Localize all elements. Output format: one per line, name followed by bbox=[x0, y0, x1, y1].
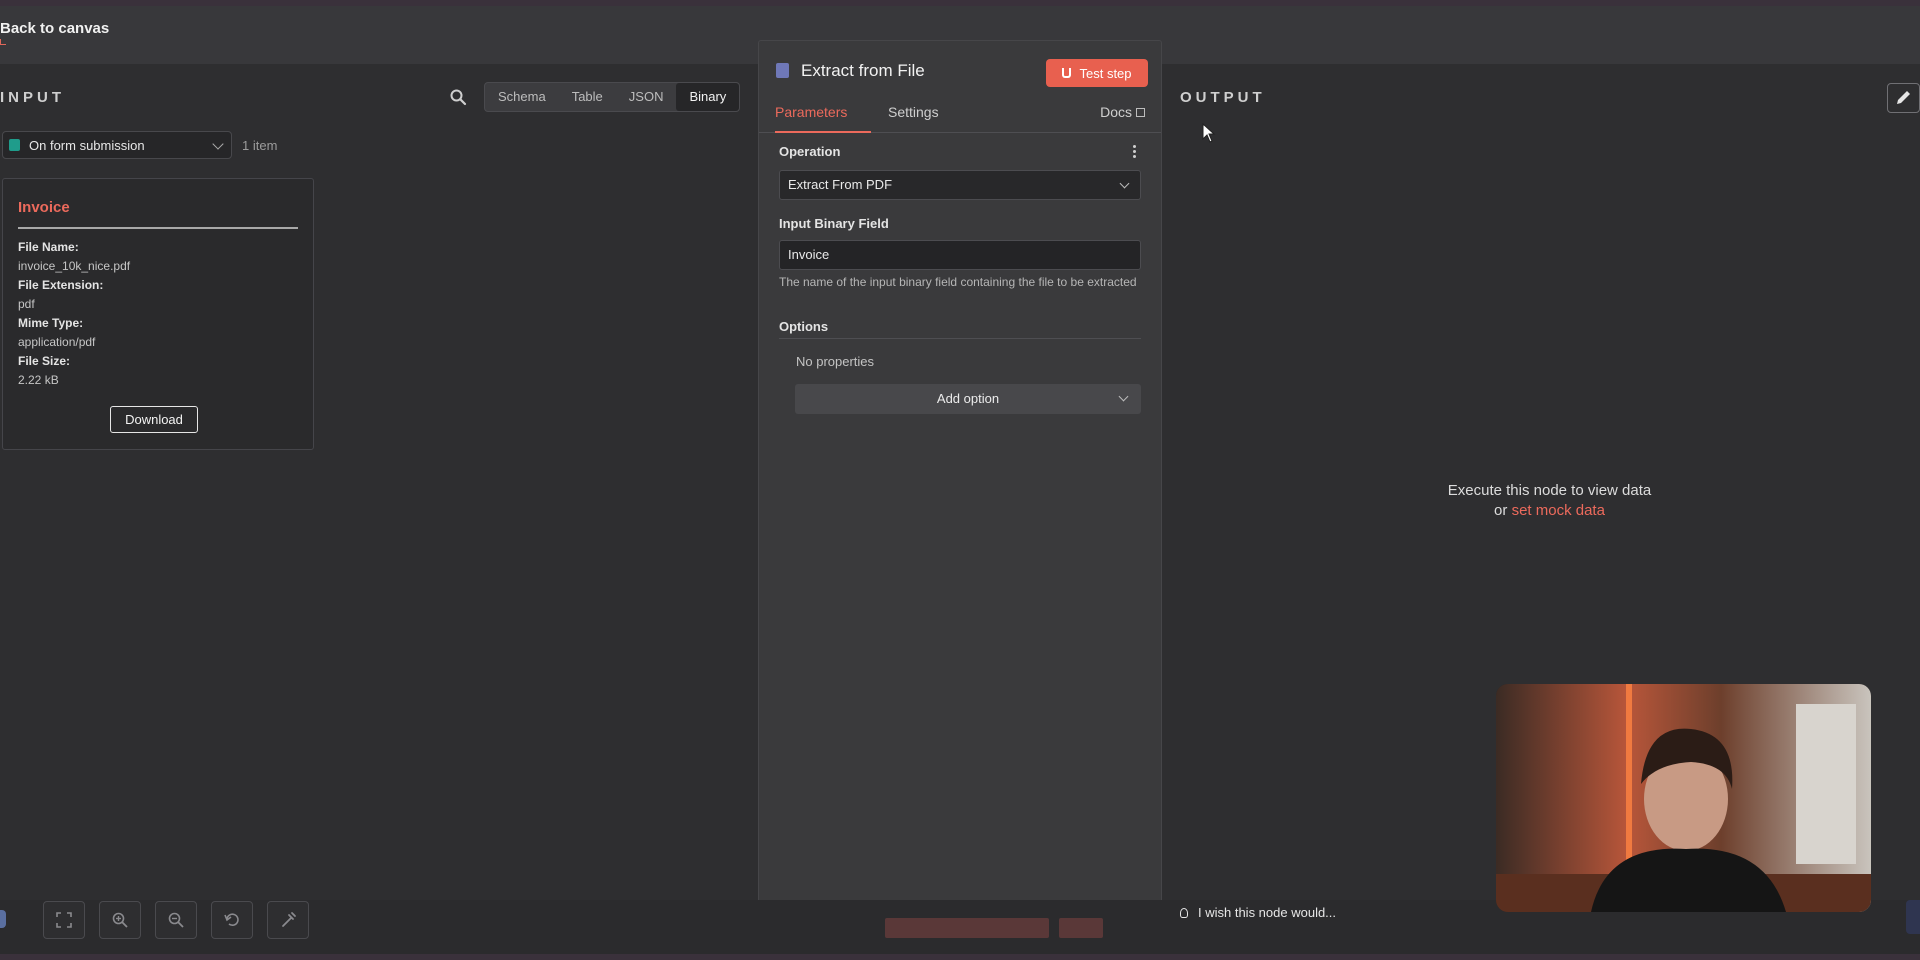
input-title: INPUT bbox=[0, 89, 65, 106]
zoom-in-icon bbox=[112, 912, 128, 928]
file-name-key: File Name: bbox=[18, 240, 79, 254]
file-node-icon bbox=[776, 63, 789, 78]
right-edge-tab[interactable] bbox=[1906, 900, 1920, 934]
output-empty-secondary: or set mock data bbox=[1162, 502, 1920, 519]
output-title: OUTPUT bbox=[1180, 89, 1266, 106]
output-empty-message: Execute this node to view data bbox=[1447, 482, 1652, 499]
add-option-label: Add option bbox=[936, 391, 1000, 406]
file-extension-key: File Extension: bbox=[18, 278, 104, 292]
reset-zoom-button[interactable] bbox=[211, 901, 253, 939]
fit-view-button[interactable] bbox=[43, 901, 85, 939]
file-extension-value: pdf bbox=[18, 297, 35, 311]
node-settings-panel: Extract from File Test step Parameters S… bbox=[758, 40, 1162, 922]
view-mode-switch: Schema Table JSON Binary bbox=[484, 82, 741, 112]
input-source-value: On form submission bbox=[29, 137, 145, 153]
zoom-out-button[interactable] bbox=[155, 901, 197, 939]
chevron-down-icon bbox=[212, 138, 224, 150]
undo-icon bbox=[224, 913, 239, 927]
binary-field-input[interactable]: Invoice bbox=[779, 240, 1141, 270]
edit-output-button[interactable] bbox=[1887, 83, 1920, 113]
operation-label: Operation bbox=[779, 144, 841, 159]
binary-field-label: Input Binary Field bbox=[779, 216, 889, 231]
back-to-canvas-link[interactable]: Back to canvas bbox=[0, 20, 109, 37]
view-tab-schema[interactable]: Schema bbox=[485, 83, 559, 111]
mouse-cursor-icon bbox=[1202, 123, 1216, 143]
mime-type-key: Mime Type: bbox=[18, 316, 84, 330]
chevron-down-icon bbox=[1119, 178, 1130, 189]
wand-icon bbox=[282, 912, 296, 927]
back-arrow-icon bbox=[0, 39, 6, 45]
options-divider bbox=[779, 338, 1141, 339]
pencil-icon bbox=[1897, 91, 1910, 104]
file-size-value: 2.22 kB bbox=[18, 373, 59, 387]
left-edge-tab[interactable] bbox=[0, 910, 6, 928]
operation-select[interactable]: Extract From PDF bbox=[779, 170, 1141, 200]
input-source-select[interactable]: On form submission bbox=[2, 131, 232, 159]
bottom-strip bbox=[0, 954, 1920, 960]
tab-settings[interactable]: Settings bbox=[888, 99, 939, 133]
docs-label: Docs bbox=[1100, 104, 1132, 120]
fit-view-icon bbox=[56, 912, 72, 928]
options-label: Options bbox=[779, 319, 829, 334]
flask-icon bbox=[1062, 68, 1072, 78]
file-name-value: invoice_10k_nice.pdf bbox=[18, 259, 131, 273]
test-step-label: Test step bbox=[1079, 65, 1132, 81]
search-icon[interactable] bbox=[449, 88, 467, 106]
test-step-button[interactable]: Test step bbox=[1046, 59, 1148, 87]
external-link-icon bbox=[1136, 108, 1145, 117]
set-mock-data-link[interactable]: set mock data bbox=[1512, 502, 1605, 519]
or-text: or bbox=[1494, 502, 1508, 519]
binary-file-card: Invoice File Name: invoice_10k_nice.pdf … bbox=[2, 178, 314, 450]
zoom-out-icon bbox=[168, 912, 184, 928]
view-tab-table[interactable]: Table bbox=[559, 83, 616, 111]
feedback-text: I wish this node would... bbox=[1198, 905, 1337, 920]
mime-type-value: application/pdf bbox=[18, 335, 96, 349]
view-tab-binary[interactable]: Binary bbox=[676, 83, 740, 111]
item-count: 1 item bbox=[242, 138, 278, 153]
card-divider bbox=[18, 227, 298, 229]
file-size-key: File Size: bbox=[18, 354, 71, 368]
download-button[interactable]: Download bbox=[110, 406, 198, 433]
more-options-icon[interactable] bbox=[1133, 145, 1137, 159]
node-title[interactable]: Extract from File bbox=[801, 61, 925, 81]
add-option-button[interactable]: Add option bbox=[795, 384, 1141, 414]
webcam-overlay bbox=[1496, 684, 1871, 912]
file-metadata: File Name: invoice_10k_nice.pdf File Ext… bbox=[18, 238, 130, 390]
execute-workflow-button[interactable] bbox=[885, 918, 1049, 938]
feedback-link[interactable]: I wish this node would... bbox=[1180, 905, 1336, 920]
presenter-video bbox=[1496, 684, 1871, 912]
operation-value: Extract From PDF bbox=[788, 177, 893, 192]
binary-field-hint: The name of the input binary field conta… bbox=[779, 275, 1137, 289]
form-node-icon bbox=[9, 139, 20, 151]
view-tab-json[interactable]: JSON bbox=[616, 83, 677, 111]
delete-button[interactable] bbox=[1059, 918, 1103, 938]
chevron-down-icon bbox=[1118, 391, 1129, 402]
no-properties-text: No properties bbox=[796, 354, 875, 369]
tidy-up-button[interactable] bbox=[267, 901, 309, 939]
docs-link[interactable]: Docs bbox=[1100, 99, 1145, 125]
lightbulb-icon bbox=[1180, 907, 1188, 918]
binary-card-title: Invoice bbox=[18, 199, 70, 216]
zoom-in-button[interactable] bbox=[99, 901, 141, 939]
tab-parameters[interactable]: Parameters bbox=[775, 99, 871, 133]
